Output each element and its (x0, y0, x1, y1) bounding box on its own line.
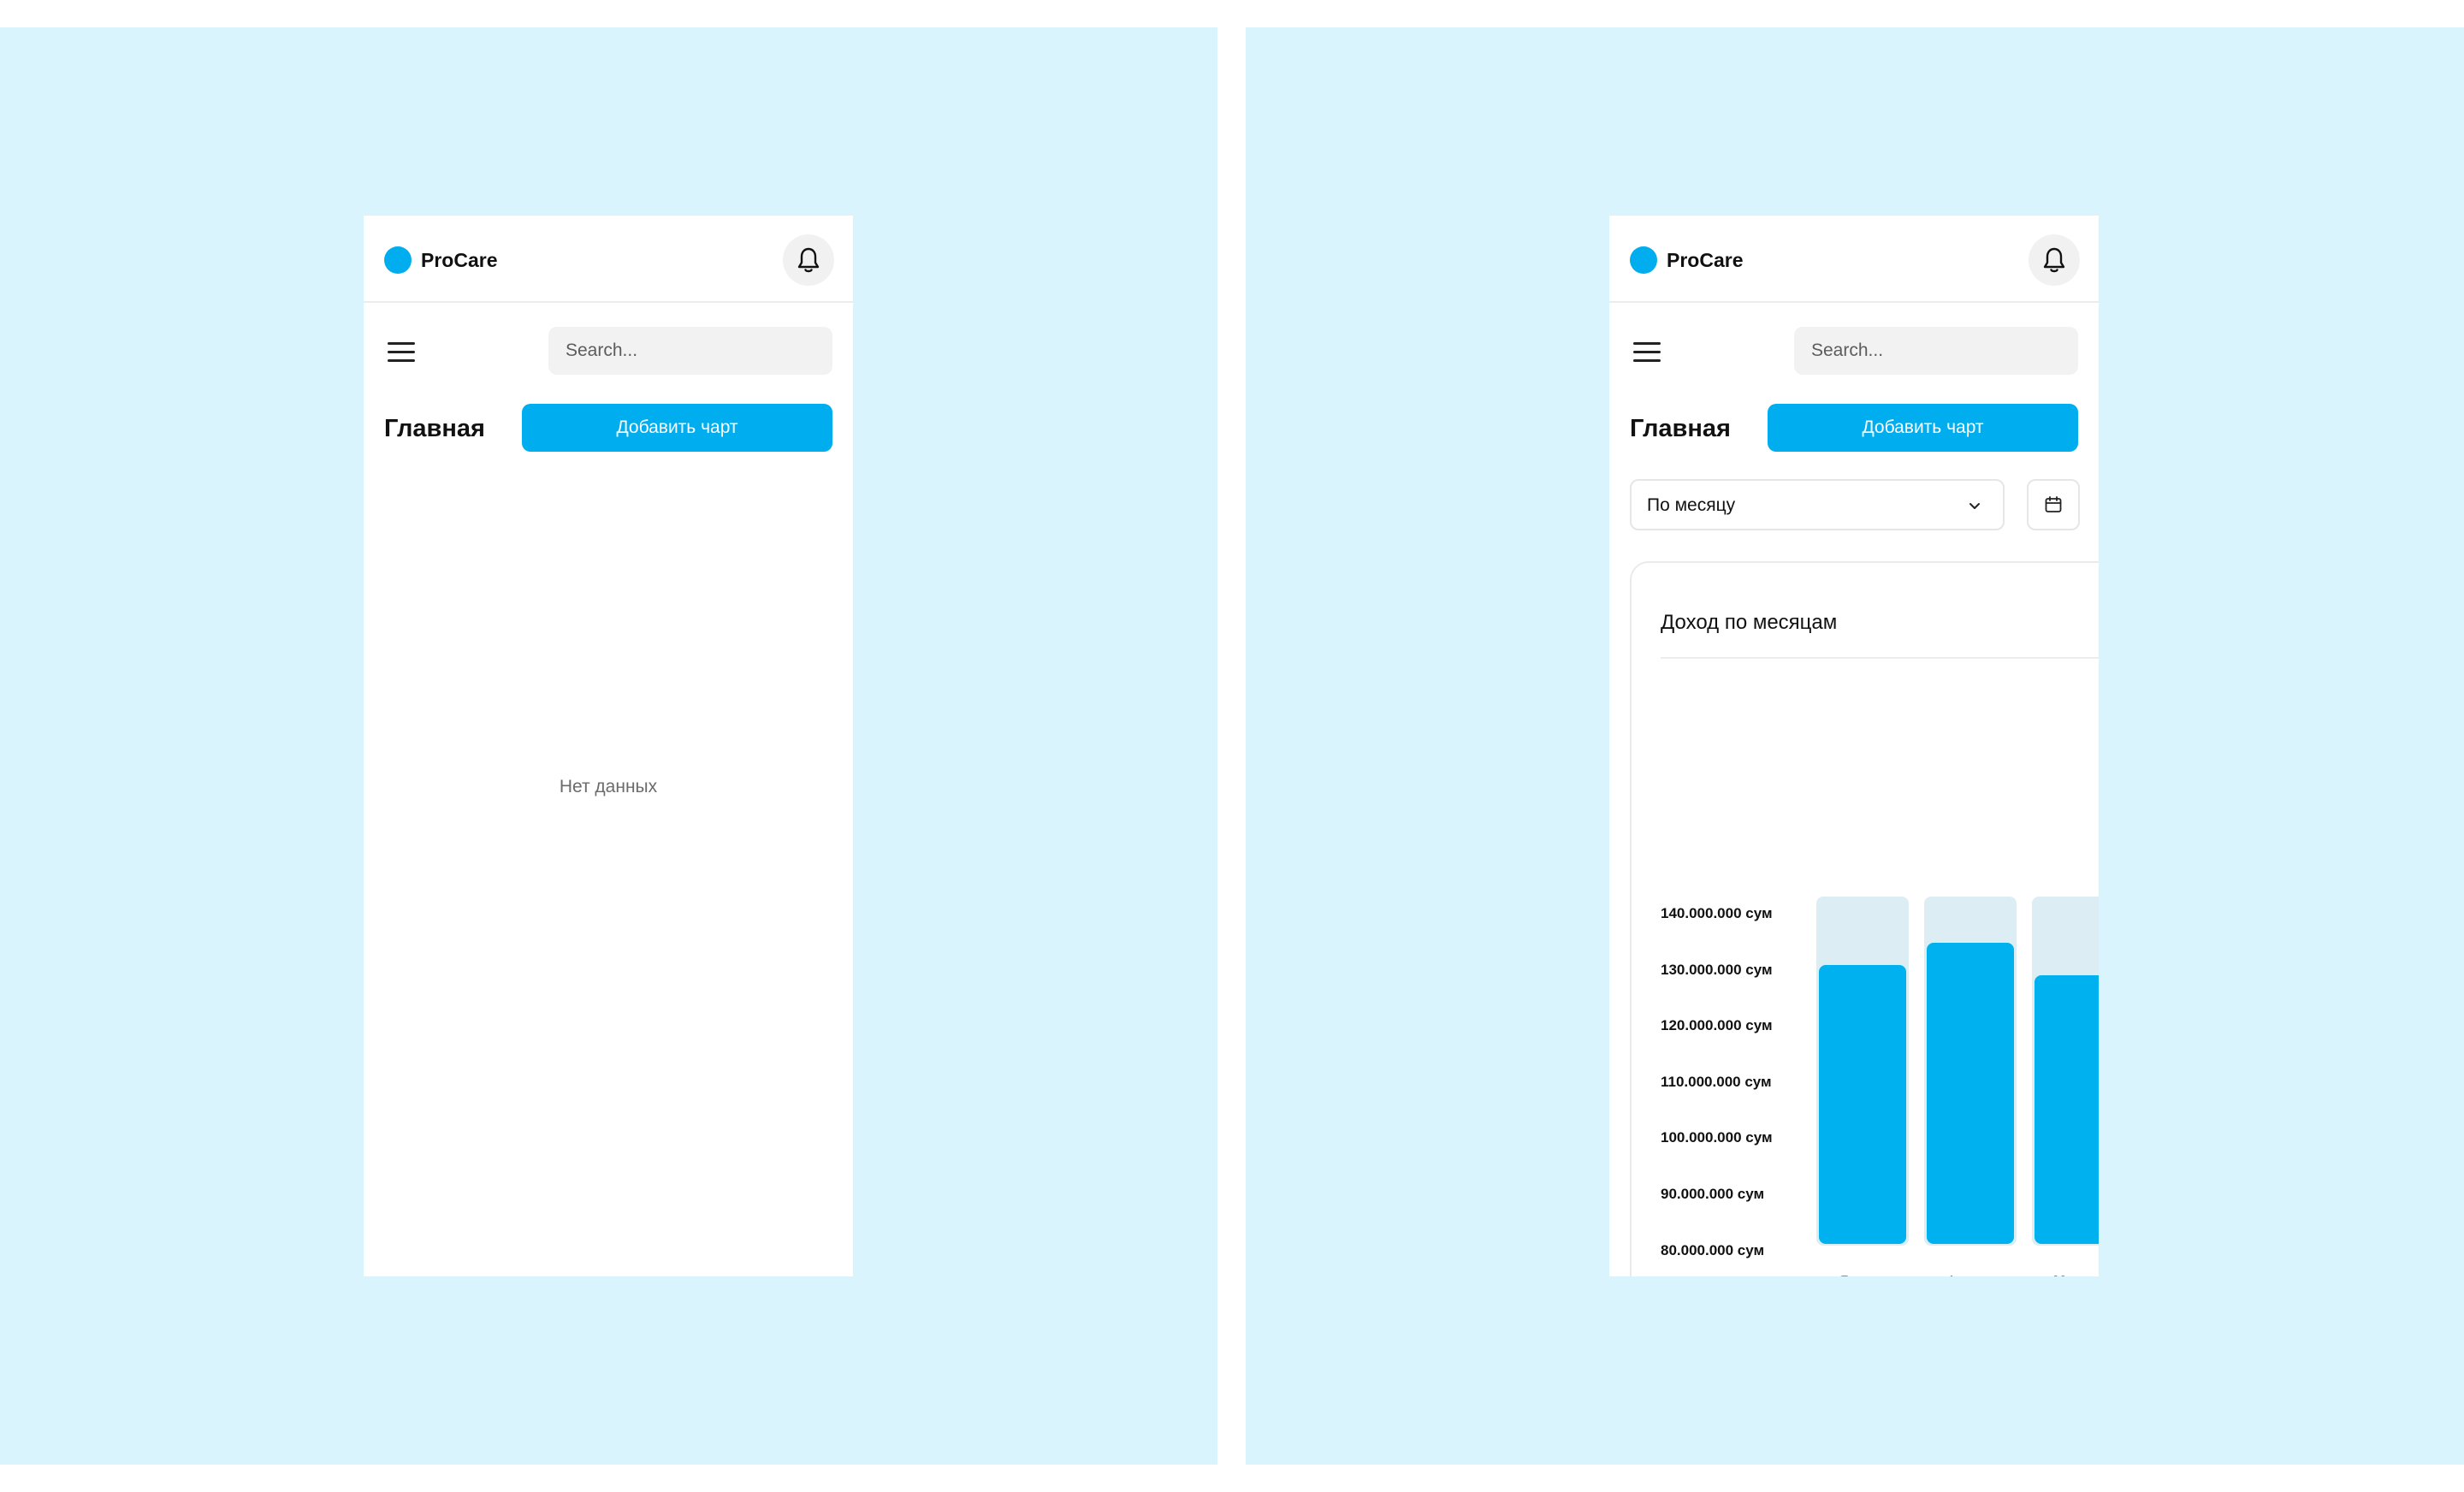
app-header: ProCare (364, 216, 853, 303)
x-tick-label: Фев (1914, 1273, 2006, 1276)
x-tick-label: Мар (2022, 1273, 2099, 1276)
y-tick-label: 80.000.000 сум (1661, 1241, 1765, 1258)
y-tick-label: 100.000.000 сум (1661, 1129, 1773, 1146)
brand-name: ProCare (421, 249, 498, 271)
bar[interactable] (1927, 943, 2014, 1244)
logo-icon (384, 246, 412, 274)
y-tick-label: 110.000.000 сум (1661, 1073, 1772, 1090)
y-tick-label: 130.000.000 сум (1661, 961, 1773, 978)
y-tick-label: 140.000.000 сум (1661, 905, 1773, 921)
mobile-screen-chart: ProCare Главная Добавить чарт По месяцу (1609, 216, 2099, 1276)
page-title: Главная (384, 415, 485, 442)
bar[interactable] (1819, 964, 1906, 1244)
notifications-button[interactable] (783, 234, 834, 286)
x-tick-label: Янв (1806, 1273, 1898, 1276)
left-screen-panel: ProCare Главная Добавить чарт Нет данных (0, 27, 1217, 1465)
add-chart-button[interactable]: Добавить чарт (522, 404, 832, 452)
y-tick-label: 120.000.000 сум (1661, 1017, 1773, 1034)
menu-icon[interactable] (386, 339, 417, 364)
empty-state-text: Нет данных (559, 777, 658, 796)
mobile-screen-empty: ProCare Главная Добавить чарт Нет данных (364, 216, 853, 1276)
bell-icon (797, 247, 820, 273)
revenue-bar-chart: 140.000.000 сум 130.000.000 сум 120.000.00… (1609, 216, 2099, 1276)
search-input[interactable] (548, 327, 832, 375)
right-screen-panel: ProCare Главная Добавить чарт По месяцу (1246, 27, 2464, 1465)
y-tick-label: 90.000.000 сум (1661, 1186, 1765, 1202)
bar[interactable] (2035, 975, 2099, 1244)
